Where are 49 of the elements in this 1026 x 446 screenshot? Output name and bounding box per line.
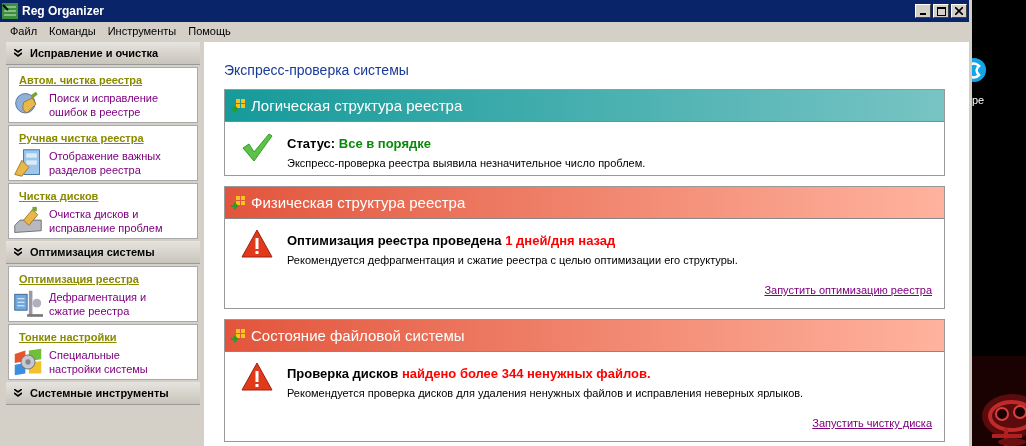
window-title: Reg Organizer — [22, 4, 106, 18]
task-description[interactable]: Очистка дисков и исправление проблем — [49, 207, 174, 235]
section-title: Системные инструменты — [30, 387, 169, 399]
section-heading: Экспресс-проверка системы — [224, 62, 410, 78]
task-description[interactable]: Поиск и исправление ошибок в реестре — [49, 91, 174, 119]
status-line: Статус: Все в порядке — [287, 136, 432, 151]
task-link[interactable]: Чистка дисков — [19, 190, 99, 202]
task-link[interactable]: Автом. чистка реестра — [19, 74, 143, 86]
desktop-icon-label: pe — [972, 94, 985, 106]
menu-item[interactable]: Файл — [4, 25, 44, 37]
maximize-icon — [936, 6, 946, 16]
cabinet-icon — [13, 148, 43, 178]
status-line: Оптимизация реестра проведена 1 дней/дня назад — [287, 233, 617, 248]
section-header[interactable]: Исправление и очистка — [6, 42, 200, 65]
section-title: Оптимизация системы — [30, 246, 155, 258]
panel-title: Физическая структура реестра — [251, 194, 466, 211]
drive-icon — [13, 206, 43, 236]
close-button[interactable] — [951, 4, 967, 18]
task-link[interactable]: Тонкие настройки — [19, 331, 117, 343]
task-link[interactable]: Оптимизация реестра — [19, 273, 139, 285]
tiles-icon — [231, 98, 245, 113]
task-description[interactable]: Дефрагментация и сжатие реестра — [49, 290, 174, 318]
tiles-icon — [231, 328, 245, 343]
section-header[interactable]: Оптимизация системы — [6, 241, 200, 264]
status-line: Проверка дисков найдено более 344 ненужных файлов. — [287, 366, 652, 381]
task-link[interactable]: Ручная чистка реестра — [19, 132, 144, 144]
checkmark-icon — [241, 132, 273, 162]
section-title: Исправление и очистка — [30, 47, 159, 59]
warning-icon — [241, 229, 273, 259]
menu-item[interactable]: Инструменты — [101, 25, 183, 37]
close-icon — [955, 7, 963, 15]
section-header[interactable]: Системные инструменты — [6, 382, 200, 405]
tiles-icon — [231, 195, 245, 210]
task-description[interactable]: Отображение важных разделов реестра — [49, 149, 174, 177]
status-description: Рекомендуется дефрагментация и сжатие реестра с целью оптимизации его структуры. — [287, 254, 739, 266]
menu-item[interactable]: Помощь — [182, 25, 237, 37]
app-icon — [2, 3, 18, 19]
maximize-button[interactable] — [933, 4, 949, 18]
panel-title: Состояние файловой системы — [251, 327, 465, 344]
task-description[interactable]: Специальные настройки системы — [49, 348, 174, 376]
action-link[interactable]: Запустить чистку диска — [812, 417, 932, 429]
status-description: Экспресс-проверка реестра выявила незначительное число проблем. — [287, 157, 647, 169]
minimize-button[interactable] — [915, 4, 931, 18]
status-description: Рекомендуется проверка дисков для удаления ненужных файлов и исправления неверных ярлыков. — [287, 387, 805, 399]
gear-icon — [13, 347, 43, 377]
menu-item[interactable]: Команды — [43, 25, 102, 37]
action-link[interactable]: Запустить оптимизацию реестра — [764, 284, 932, 296]
panel-title: Логическая структура реестра — [251, 97, 463, 114]
warning-icon — [241, 362, 273, 392]
